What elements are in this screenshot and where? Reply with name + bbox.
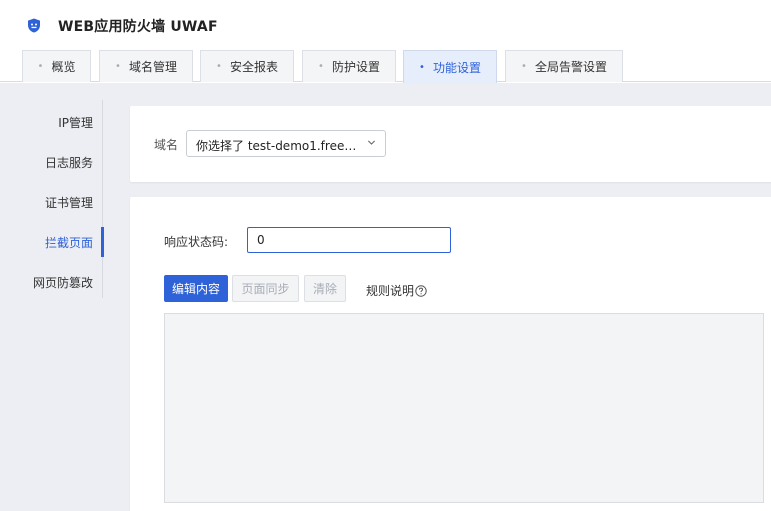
tab-dot: • xyxy=(115,61,121,72)
tab-domain-management[interactable]: • 域名管理 xyxy=(99,50,193,82)
tab-protection-settings[interactable]: • 防护设置 xyxy=(302,50,396,82)
tab-feature-settings[interactable]: • 功能设置 xyxy=(403,50,497,83)
chevron-down-icon xyxy=(367,140,376,145)
page-sync-button[interactable]: 页面同步 xyxy=(232,275,299,302)
sidebar-divider xyxy=(102,100,103,298)
tab-label: 域名管理 xyxy=(128,60,177,74)
sidebar-item-certificate-management[interactable]: 证书管理 xyxy=(45,194,93,214)
content-editor[interactable] xyxy=(164,313,764,503)
sidebar-active-indicator xyxy=(101,227,104,257)
tab-label: 防护设置 xyxy=(331,60,380,74)
tab-label: 全局告警设置 xyxy=(534,60,607,74)
tab-label: 功能设置 xyxy=(432,60,481,75)
tab-label: 安全报表 xyxy=(229,60,278,74)
domain-select-value: 你选择了 test-demo1.freewis… xyxy=(196,139,364,153)
tab-dot: • xyxy=(521,61,527,72)
domain-select[interactable]: 你选择了 test-demo1.freewis… xyxy=(186,130,386,157)
shield-icon xyxy=(28,18,40,33)
clear-button[interactable]: 清除 xyxy=(304,275,346,302)
rules-help-label: 规则说明 xyxy=(366,284,415,298)
status-code-input[interactable] xyxy=(247,227,451,253)
edit-content-button[interactable]: 编辑内容 xyxy=(164,275,228,302)
tab-security-reports[interactable]: • 安全报表 xyxy=(200,50,294,82)
rules-help-link[interactable]: 规则说明 xyxy=(366,282,427,299)
sidebar-item-block-page[interactable]: 拦截页面 xyxy=(45,234,93,254)
app-title: WEB应用防火墙 UWAF xyxy=(58,19,218,35)
tab-dot: • xyxy=(216,61,222,72)
tab-dot: • xyxy=(37,61,44,72)
tab-dot: • xyxy=(419,61,425,73)
status-code-label: 响应状态码: xyxy=(164,235,229,249)
tab-label: 概览 xyxy=(51,60,76,74)
sidebar-item-log-service[interactable]: 日志服务 xyxy=(45,154,93,174)
tab-overview[interactable]: • 概览 xyxy=(22,50,91,82)
question-circle-icon xyxy=(415,285,427,297)
app-header: WEB应用防火墙 UWAF xyxy=(0,0,771,48)
tab-dot: • xyxy=(318,61,324,72)
main-tabs: • 概览 • 域名管理 • 安全报表 • 防护设置 • 功能设置 • 全局告警设… xyxy=(0,48,771,83)
sidebar-item-anti-tamper[interactable]: 网页防篡改 xyxy=(33,274,93,294)
domain-label: 域名 xyxy=(154,138,179,152)
tab-global-alert-settings[interactable]: • 全局告警设置 xyxy=(505,50,623,82)
sidebar-item-ip-management[interactable]: IP管理 xyxy=(58,114,93,134)
